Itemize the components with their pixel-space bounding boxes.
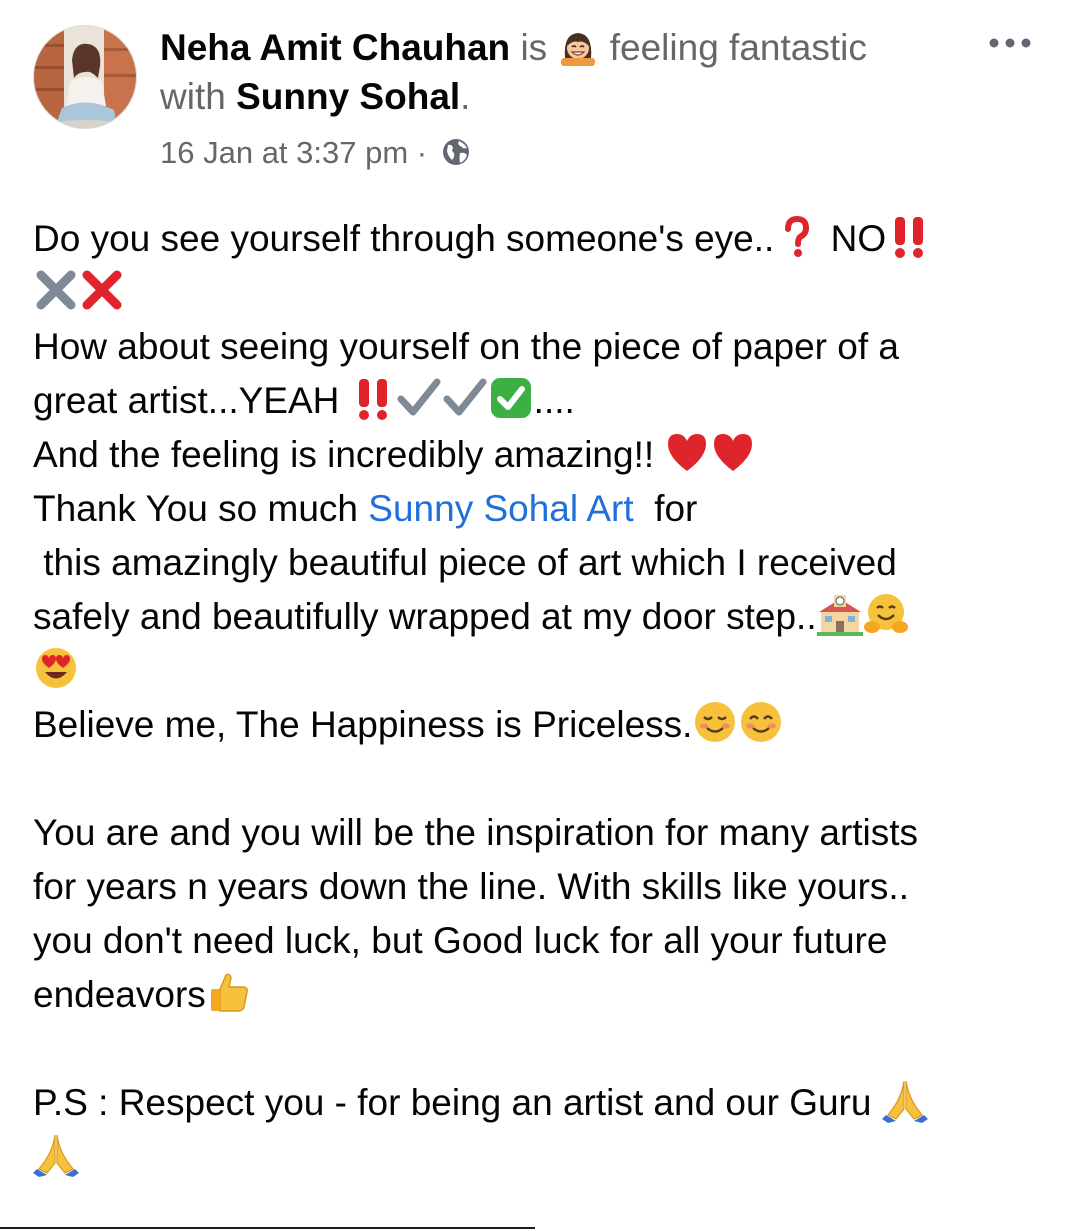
post-line-12: You are and you will be the inspiration …: [33, 806, 1043, 860]
post-line-3: How about seeing yourself on the piece o…: [33, 320, 1043, 374]
post-line-10: Believe me, The Happiness is Priceless.: [33, 698, 1043, 752]
post-line-6: Thank You so much Sunny Sohal Art for: [33, 482, 1043, 536]
post-text: P.S : Respect you - for being an artist …: [33, 1082, 872, 1123]
school-building-emoji-icon: [816, 591, 863, 637]
post-body: Do you see yourself through someone's ey…: [33, 212, 1043, 1184]
post-text: great artist...YEAH: [33, 380, 340, 421]
tagged-name[interactable]: Sunny Sohal: [236, 76, 460, 117]
post-line-1: Do you see yourself through someone's ey…: [33, 212, 1043, 266]
check-box-emoji-icon: [488, 375, 534, 421]
feeling-emoji-icon: [559, 28, 597, 66]
is-word: is: [520, 27, 548, 68]
red-heart-emoji-icon: [664, 429, 710, 475]
post-line-15: endeavors: [33, 968, 1043, 1022]
question-mark-emoji-icon: [774, 213, 820, 259]
post-text: you don't need luck, but Good luck for a…: [33, 920, 888, 961]
hugging-face-emoji-icon: [863, 591, 909, 637]
post-text: endeavors: [33, 974, 206, 1015]
post-line-8: safely and beautifully wrapped at my doo…: [33, 590, 1043, 644]
post-text: Believe me, The Happiness is Priceless.: [33, 704, 693, 745]
page-mention-link[interactable]: Sunny Sohal Art: [368, 488, 633, 529]
post-line-5: And the feeling is incredibly amazing!!: [33, 428, 1043, 482]
post-line-18: [33, 1130, 1043, 1184]
post-header: Neha Amit Chauhan is feeling fantastic w…: [0, 0, 1080, 190]
post-line-13: for years n years down the line. With sk…: [33, 860, 1043, 914]
meta-separator: ·: [416, 135, 428, 170]
with-word: with: [160, 76, 226, 117]
relieved-smile-emoji-icon: [692, 699, 738, 745]
post-meta: 16 Jan at 3:37 pm ·: [160, 133, 472, 173]
header-period: .: [460, 76, 471, 117]
folded-hands-emoji-icon: [881, 1077, 928, 1123]
post-text: Thank You so much: [33, 488, 358, 529]
smiling-face-emoji-icon: [738, 699, 784, 745]
post-text: And the feeling is incredibly amazing!!: [33, 434, 655, 475]
more-horizontal-icon: [989, 38, 1031, 48]
post-text: for years n years down the line. With sk…: [33, 866, 909, 907]
post-line-9: [33, 644, 1043, 698]
post-header-line-2: with Sunny Sohal.: [160, 75, 470, 119]
globe-icon[interactable]: [440, 136, 472, 168]
more-options-button[interactable]: [985, 28, 1035, 58]
red-heart-emoji-icon: [710, 429, 756, 475]
post-text: safely and beautifully wrapped at my doo…: [33, 596, 817, 637]
post-timestamp[interactable]: 16 Jan at 3:37 pm: [160, 135, 408, 170]
post-text: How about seeing yourself on the piece o…: [33, 326, 899, 367]
red-cross-emoji-icon: [79, 267, 125, 313]
check-mark-emoji-icon: [396, 375, 442, 421]
post-text: for: [654, 488, 698, 529]
post-header-line-1: Neha Amit Chauhan is feeling fantastic: [160, 26, 867, 70]
post-line-2: [33, 266, 1043, 320]
double-exclamation-emoji-icon: [350, 375, 396, 421]
folded-hands-emoji-icon: [33, 1131, 79, 1177]
bottom-divider: [0, 1227, 535, 1229]
post-line-14: you don't need luck, but Good luck for a…: [33, 914, 1043, 968]
post-text: You are and you will be the inspiration …: [33, 812, 919, 853]
post-line-7: this amazingly beautiful piece of art wh…: [33, 536, 1043, 590]
post-line-4: great artist...YEAH ....: [33, 374, 1043, 428]
check-mark-emoji-icon: [442, 375, 488, 421]
post-text: Do you see yourself through someone's ey…: [33, 218, 775, 259]
post-text: ....: [533, 380, 575, 421]
double-exclamation-emoji-icon: [886, 213, 932, 259]
profile-avatar[interactable]: [33, 25, 137, 129]
thumbs-up-emoji-icon: [206, 969, 252, 1015]
author-name[interactable]: Neha Amit Chauhan: [160, 27, 510, 68]
gray-cross-emoji-icon: [33, 267, 79, 313]
post-text: NO: [830, 218, 887, 259]
heart-eyes-emoji-icon: [33, 645, 79, 691]
post-line-17: P.S : Respect you - for being an artist …: [33, 1076, 1043, 1130]
feeling-text: feeling fantastic: [609, 27, 867, 68]
post-text: this amazingly beautiful piece of art wh…: [43, 542, 897, 583]
